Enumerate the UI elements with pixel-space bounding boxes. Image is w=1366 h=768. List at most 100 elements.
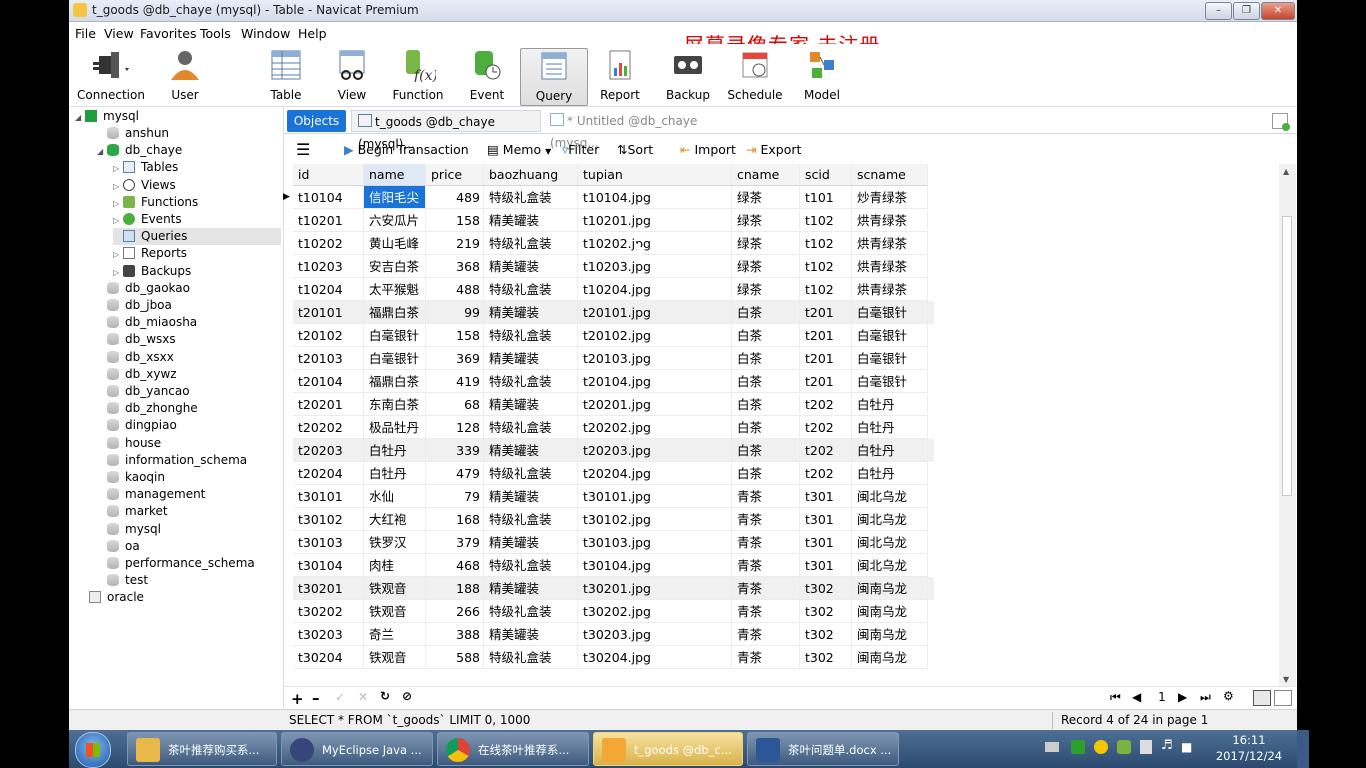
table-cell-price[interactable]: 219 xyxy=(426,232,484,255)
table-cell-scname[interactable]: 闽北乌龙 xyxy=(852,485,928,508)
table-cell-id[interactable]: t30204 xyxy=(293,646,364,669)
table-cell-tupian[interactable]: t20102.jpg xyxy=(578,324,732,347)
vertical-scrollbar[interactable]: ▲ ▼ xyxy=(1279,164,1296,686)
table-cell-name[interactable]: 极品牡丹 xyxy=(364,416,426,439)
table-cell-id[interactable]: t10204 xyxy=(293,278,364,301)
table-cell-id[interactable]: t20204 xyxy=(293,462,364,485)
table-cell-id[interactable]: t10201 xyxy=(293,209,364,232)
table-cell-scname[interactable]: 白毫银针 xyxy=(852,347,928,370)
table-cell-scname[interactable]: 白毫银针 xyxy=(852,324,928,347)
table-cell-tupian[interactable]: t30203.jpg xyxy=(578,623,732,646)
function-button[interactable]: f(x) Function xyxy=(391,48,445,104)
table-cell-id[interactable]: t10203 xyxy=(293,255,364,278)
column-header-cname[interactable]: cname xyxy=(732,164,800,186)
table-cell-price[interactable]: 388 xyxy=(426,623,484,646)
table-cell-scid[interactable]: t102 xyxy=(800,232,852,255)
table-cell-baozhuang[interactable]: 精美罐装 xyxy=(484,347,578,370)
tree-expander-icon[interactable]: ▷ xyxy=(113,246,123,263)
table-cell-name[interactable]: 福鼎白茶 xyxy=(364,301,426,324)
tab-untitled-query[interactable]: * Untitled @db_chaye (mysq... xyxy=(544,110,744,150)
taskbar-item-word[interactable]: 茶叶问题单.docx ... xyxy=(747,732,899,766)
table-cell-scname[interactable]: 白牡丹 xyxy=(852,439,928,462)
table-cell-name[interactable]: 白牡丹 xyxy=(364,462,426,485)
table-cell-name[interactable]: 福鼎白茶 xyxy=(364,370,426,393)
maximize-button[interactable]: ❐ xyxy=(1233,2,1260,20)
volume-icon[interactable]: ♬ xyxy=(1161,738,1173,753)
query-button[interactable]: Query xyxy=(520,48,588,106)
table-cell-baozhuang[interactable]: 特级礼盒装 xyxy=(484,646,578,669)
tab-objects[interactable]: Objects xyxy=(287,110,346,132)
table-cell-cname[interactable]: 白茶 xyxy=(732,301,800,324)
tree-item-management[interactable]: management xyxy=(97,486,205,503)
menu-help[interactable]: Help xyxy=(298,26,327,41)
show-desktop-strip[interactable] xyxy=(1297,730,1309,768)
close-button[interactable]: ✕ xyxy=(1261,2,1295,20)
table-cell-scid[interactable]: t202 xyxy=(800,416,852,439)
table-cell-id[interactable]: t20104 xyxy=(293,370,364,393)
table-cell-scname[interactable]: 烘青绿茶 xyxy=(852,255,928,278)
tree-item-db-miaosha[interactable]: db_miaosha xyxy=(97,314,197,331)
table-cell-cname[interactable]: 青茶 xyxy=(732,600,800,623)
table-cell-name[interactable]: 铁罗汉 xyxy=(364,531,426,554)
table-cell-baozhuang[interactable]: 特级礼盒装 xyxy=(484,232,578,255)
tree-item-db-jboa[interactable]: db_jboa xyxy=(97,297,172,314)
table-cell-tupian[interactable]: t30204.jpg xyxy=(578,646,732,669)
table-cell-id[interactable]: t30202 xyxy=(293,600,364,623)
export-button[interactable]: ⇥ Export xyxy=(746,142,801,157)
tree-expander-icon[interactable]: ▷ xyxy=(113,160,123,177)
table-cell-name[interactable]: 安吉白茶 xyxy=(364,255,426,278)
menu-favorites[interactable]: Favorites xyxy=(140,26,196,41)
refresh-button[interactable]: ↻ xyxy=(380,689,390,703)
previous-page-button[interactable]: ◀ xyxy=(1132,690,1141,704)
table-cell-cname[interactable]: 绿茶 xyxy=(732,186,800,209)
tree-item-house[interactable]: house xyxy=(97,435,161,452)
tree-item-events[interactable]: ▷ Events xyxy=(113,211,182,228)
start-button[interactable] xyxy=(75,732,111,768)
table-cell-cname[interactable]: 青茶 xyxy=(732,646,800,669)
table-cell-scname[interactable]: 闽南乌龙 xyxy=(852,623,928,646)
table-cell-cname[interactable]: 绿茶 xyxy=(732,278,800,301)
table-cell-baozhuang[interactable]: 特级礼盒装 xyxy=(484,186,578,209)
hamburger-menu-icon[interactable]: ☰ xyxy=(296,140,310,159)
table-cell-name[interactable]: 肉桂 xyxy=(364,554,426,577)
table-cell-price[interactable]: 588 xyxy=(426,646,484,669)
filter-button[interactable]: ▿Filter xyxy=(562,142,599,157)
begin-transaction-button[interactable]: ▶ Begin Transaction xyxy=(344,142,469,157)
table-cell-tupian[interactable]: t20101.jpg xyxy=(578,301,732,324)
table-cell-cname[interactable]: 白茶 xyxy=(732,370,800,393)
table-cell-name[interactable]: 白毫银针 xyxy=(364,347,426,370)
table-cell-id[interactable]: t30203 xyxy=(293,623,364,646)
table-cell-cname[interactable]: 绿茶 xyxy=(732,255,800,278)
tree-item-functions[interactable]: ▷ Functions xyxy=(113,194,198,211)
table-cell-price[interactable]: 479 xyxy=(426,462,484,485)
table-cell-price[interactable]: 368 xyxy=(426,255,484,278)
menu-tools[interactable]: Tools xyxy=(200,26,231,41)
table-cell-price[interactable]: 489 xyxy=(426,186,484,209)
table-cell-name[interactable]: 黄山毛峰 xyxy=(364,232,426,255)
table-cell-name[interactable]: 水仙 xyxy=(364,485,426,508)
table-cell-baozhuang[interactable]: 特级礼盒装 xyxy=(484,600,578,623)
taskbar-item-myeclipse[interactable]: MyEclipse Java ... xyxy=(281,732,433,766)
table-cell-scname[interactable]: 闽北乌龙 xyxy=(852,554,928,577)
table-cell-scname[interactable]: 白牡丹 xyxy=(852,416,928,439)
scroll-up-arrow[interactable]: ▲ xyxy=(1283,167,1289,176)
tree-item-dingpiao[interactable]: dingpiao xyxy=(97,417,177,434)
table-cell-baozhuang[interactable]: 精美罐装 xyxy=(484,439,578,462)
table-cell-id[interactable]: t30102 xyxy=(293,508,364,531)
tree-expander-icon[interactable]: ▷ xyxy=(113,212,123,229)
table-cell-price[interactable]: 168 xyxy=(426,508,484,531)
table-cell-scid[interactable]: t201 xyxy=(800,370,852,393)
table-cell-id[interactable]: t20202 xyxy=(293,416,364,439)
table-cell-price[interactable]: 68 xyxy=(426,393,484,416)
table-cell-baozhuang[interactable]: 特级礼盒装 xyxy=(484,508,578,531)
table-cell-baozhuang[interactable]: 精美罐装 xyxy=(484,209,578,232)
table-cell-id[interactable]: t20103 xyxy=(293,347,364,370)
tree-item-db-wsxs[interactable]: db_wsxs xyxy=(97,331,176,348)
table-cell-cname[interactable]: 白茶 xyxy=(732,347,800,370)
tree-expander-icon[interactable]: ▷ xyxy=(113,264,123,281)
table-cell-baozhuang[interactable]: 特级礼盒装 xyxy=(484,278,578,301)
tree-item-queries[interactable]: Queries xyxy=(113,228,281,245)
table-cell-id[interactable]: t30103 xyxy=(293,531,364,554)
menu-file[interactable]: File xyxy=(75,26,96,41)
table-cell-tupian[interactable]: t20103.jpg xyxy=(578,347,732,370)
